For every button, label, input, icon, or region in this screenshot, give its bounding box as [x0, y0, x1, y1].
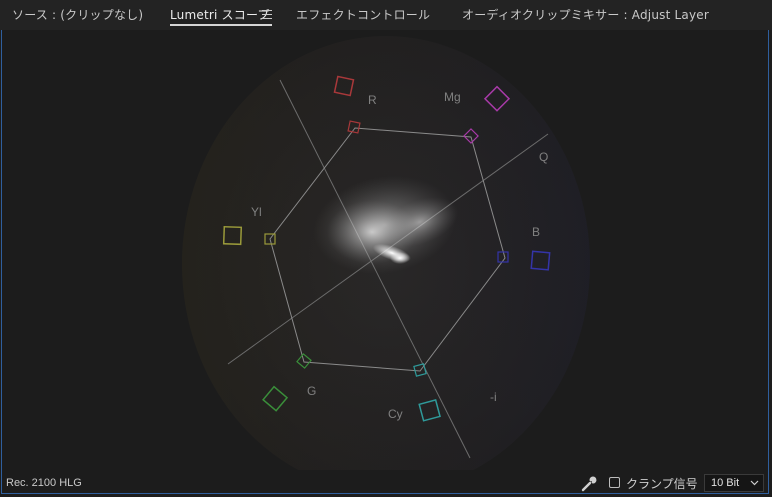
label-g: G [307, 384, 316, 398]
label-cy: Cy [388, 407, 403, 421]
label-q: Q [539, 150, 548, 164]
panel-menu-icon[interactable] [262, 10, 272, 19]
label-neg-i: -i [490, 390, 497, 404]
bit-depth-dropdown[interactable]: 10 Bit [704, 474, 764, 492]
label-mg: Mg [444, 90, 461, 104]
active-tab-indicator [170, 24, 272, 26]
scope-footer: Rec. 2100 HLG クランプ信号 10 Bit [0, 472, 772, 496]
tab-effect-controls[interactable]: エフェクトコントロール [296, 6, 430, 23]
color-standard-label[interactable]: Rec. 2100 HLG [6, 477, 82, 489]
tab-audio-clip-mixer[interactable]: オーディオクリップミキサー : Adjust Layer [462, 6, 709, 23]
panel-tab-bar: ソース : (クリップなし) Lumetri スコープ エフェクトコントロール … [0, 0, 772, 30]
vectorscope: R Mg Q B Cy -i G Yl [182, 36, 590, 470]
tab-source[interactable]: ソース : (クリップなし) [12, 6, 143, 23]
label-r: R [368, 93, 377, 107]
clamp-signal-label: クランプ信号 [626, 477, 698, 491]
clamp-signal-checkbox[interactable] [609, 477, 620, 488]
chevron-down-icon [750, 480, 759, 486]
bit-depth-value: 10 Bit [711, 477, 740, 489]
label-yl: Yl [251, 205, 262, 219]
tab-lumetri-scopes[interactable]: Lumetri スコープ [170, 6, 270, 23]
label-b: B [532, 225, 540, 239]
wrench-icon[interactable] [580, 475, 598, 493]
